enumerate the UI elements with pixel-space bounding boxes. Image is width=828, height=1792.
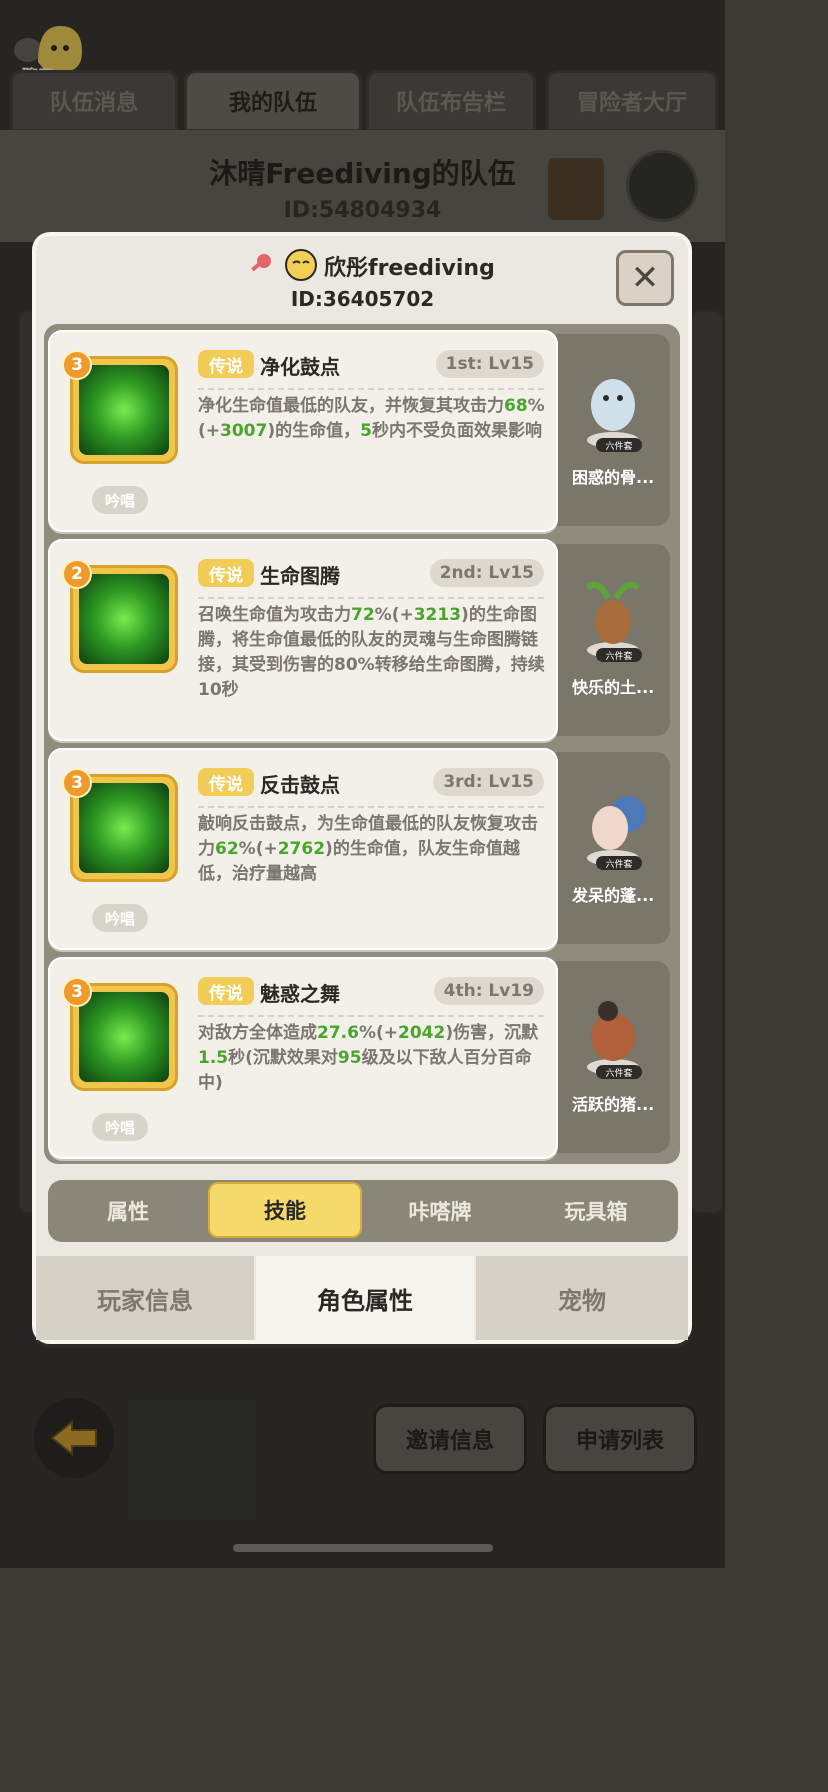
costume-card[interactable]: 六件套 发呆的蓬... (556, 752, 670, 944)
skill-level-badge: 3 (62, 350, 92, 380)
costume-card[interactable]: 六件套 快乐的土... (556, 544, 670, 736)
skill-rank: 1st: Lv15 (435, 350, 544, 378)
skill-name: 净化鼓点 (260, 355, 340, 379)
skill-level-badge: 3 (62, 977, 92, 1007)
costume-figure-icon (587, 796, 646, 866)
skill-card[interactable]: 3 传说 魅惑之舞 4th: Lv19 对敌方全体造成27.6%(+2042)伤… (48, 957, 558, 1159)
skill-name: 生命图腾 (260, 564, 340, 588)
skill-level-badge: 2 (62, 559, 92, 589)
skill-name: 魅惑之舞 (260, 982, 340, 1006)
set-badge: 六件套 (596, 648, 642, 662)
costume-card[interactable]: 六件套 困惑的骨... (556, 334, 670, 526)
legend-tag: 传说 (198, 350, 254, 378)
skill-description: 净化生命值最低的队友，并恢复其攻击力68%(+3007)的生命值，5秒内不受负面… (198, 396, 545, 441)
set-badge: 六件套 (596, 1065, 642, 1079)
sub-tab-bar: 属性 技能 咔嗒牌 玩具箱 (48, 1180, 678, 1242)
chant-tag: 吟唱 (92, 486, 148, 514)
bottom-tab-bar: 玩家信息 角色属性 宠物 (36, 1256, 688, 1340)
costume-figure-icon (587, 379, 639, 448)
skill-rank: 4th: Lv19 (433, 977, 544, 1005)
close-button[interactable]: ✕ (616, 250, 674, 306)
set-badge: 六件套 (596, 856, 642, 870)
costume-name: 困惑的骨... (572, 468, 655, 487)
tab-character-attributes[interactable]: 角色属性 (256, 1256, 474, 1340)
legend-tag: 传说 (198, 977, 254, 1005)
skill-description: 对敌方全体造成27.6%(+2042)伤害，沉默1.5秒(沉默效果对95级及以下… (198, 1023, 539, 1093)
player-name: 欣彤freediving (324, 256, 495, 281)
costume-name: 快乐的土... (572, 678, 655, 697)
tab-attributes[interactable]: 属性 (48, 1180, 208, 1242)
skill-description: 敲响反击鼓点，为生命值最低的队友恢复攻击力62%(+2762)的生命值，队友生命… (198, 814, 538, 884)
skill-rank: 2nd: Lv15 (429, 559, 544, 587)
chant-tag: 吟唱 (92, 904, 148, 932)
skill-card[interactable]: 2 传说 生命图腾 2nd: Lv15 召唤生命值为攻击力72%(+3213)的… (48, 539, 558, 741)
chant-tag: 吟唱 (92, 1113, 148, 1141)
costume-figure-icon (585, 581, 641, 658)
tab-player-info[interactable]: 玩家信息 (36, 1256, 254, 1340)
skill-rank: 3rd: Lv15 (433, 768, 544, 796)
tab-toybox[interactable]: 玩具箱 (518, 1180, 674, 1242)
skill-level-badge: 3 (62, 768, 92, 798)
tab-pets[interactable]: 宠物 (476, 1256, 688, 1340)
close-icon: ✕ (630, 258, 660, 298)
costume-name: 活跃的猪... (572, 1095, 655, 1114)
skill-card[interactable]: 3 传说 净化鼓点 1st: Lv15 净化生命值最低的队友，并恢复其攻击力68… (48, 330, 558, 532)
legend-tag: 传说 (198, 768, 254, 796)
tab-kada-cards[interactable]: 咔嗒牌 (362, 1180, 518, 1242)
set-badge: 六件套 (596, 438, 642, 452)
key-icon (251, 254, 271, 272)
avatar-face-icon (285, 249, 317, 281)
legend-tag: 传说 (198, 559, 254, 587)
skill-card[interactable]: 3 传说 反击鼓点 3rd: Lv15 敲响反击鼓点，为生命值最低的队友恢复攻击… (48, 748, 558, 950)
tab-skills[interactable]: 技能 (208, 1182, 362, 1238)
costume-card[interactable]: 六件套 活跃的猪... (556, 961, 670, 1153)
costume-figure-icon (587, 1001, 639, 1075)
skill-name: 反击鼓点 (260, 773, 340, 797)
skill-description: 召唤生命值为攻击力72%(+3213)的生命图腾，将生命值最低的队友的灵魂与生命… (198, 605, 545, 700)
costume-name: 发呆的蓬... (572, 886, 655, 905)
